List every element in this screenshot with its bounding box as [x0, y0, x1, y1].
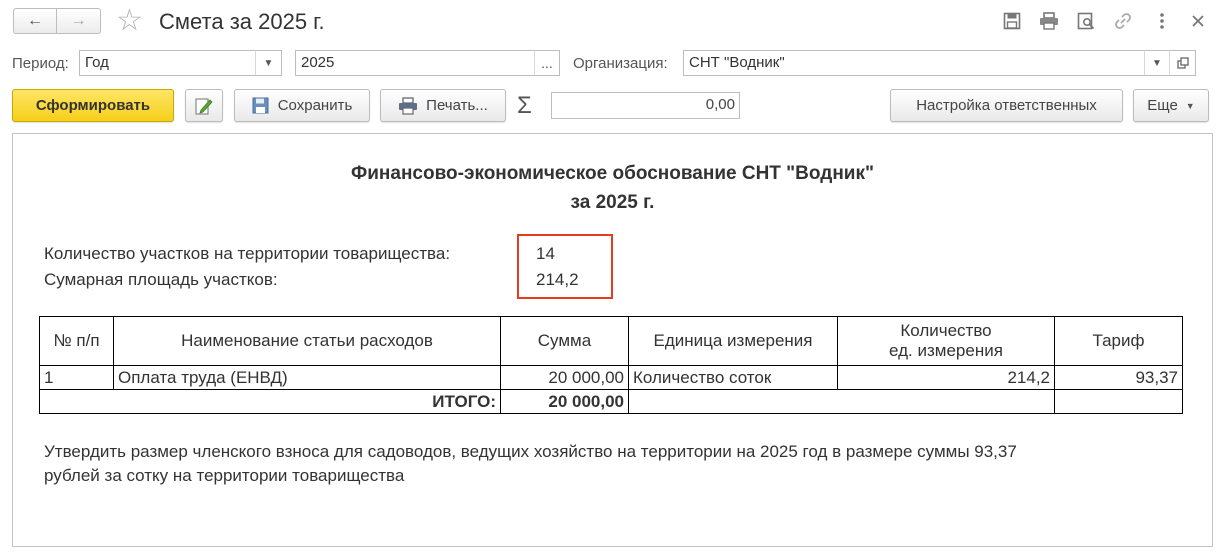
cell-number: 1 — [39, 365, 114, 390]
col-number: № п/п — [39, 316, 114, 366]
cell-tariff: 93,37 — [1054, 365, 1183, 390]
period-label: Период: — [12, 55, 69, 72]
cell-sum: 20 000,00 — [500, 365, 629, 390]
total-label: ИТОГО: — [39, 389, 501, 414]
report-title-line2: за 2025 г. — [570, 192, 655, 213]
arrow-left-icon: ← — [27, 12, 43, 29]
organization-dropdown[interactable]: ▼ — [1144, 50, 1170, 76]
col-quantity: Количество ед. измерения — [837, 316, 1055, 366]
cell-quantity: 214,2 — [837, 365, 1055, 390]
total-empty-tariff — [1054, 389, 1183, 414]
conclusion-line1: Утвердить размер членского взноса для са… — [44, 442, 1017, 461]
highlight-box — [517, 234, 613, 299]
period-type-dropdown[interactable]: ▼ — [255, 50, 282, 76]
chevron-down-icon: ▼ — [1152, 57, 1162, 69]
link-icon[interactable] — [1112, 10, 1134, 32]
organization-field[interactable]: СНТ "Водник" — [683, 50, 1145, 76]
sum-icon: Σ — [517, 92, 532, 119]
favorite-star-icon[interactable]: ☆ — [116, 4, 143, 38]
organization-open-button[interactable] — [1169, 50, 1196, 76]
floppy-icon — [252, 97, 269, 114]
col-unit: Единица измерения — [628, 316, 838, 366]
sum-field[interactable]: 0,00 — [551, 92, 740, 119]
table-row[interactable]: 1 Оплата труда (ЕНВД) 20 000,00 Количест… — [39, 365, 1183, 390]
printer-icon — [399, 96, 418, 115]
save-report-label: Сохранить — [277, 97, 353, 114]
cell-unit: Количество соток — [628, 365, 838, 390]
col-tariff: Тариф — [1054, 316, 1183, 366]
save-report-button[interactable]: Сохранить — [234, 89, 370, 122]
save-icon[interactable] — [1001, 10, 1023, 32]
responsible-settings-button[interactable]: Настройка ответственных — [890, 89, 1123, 122]
total-row: ИТОГО: 20 000,00 — [39, 389, 1183, 414]
col-quantity-line2: ед. измерения — [889, 341, 1003, 360]
more-button[interactable]: Еще ▼ — [1133, 89, 1209, 122]
chevron-down-icon: ▼ — [1185, 100, 1195, 111]
arrow-right-icon: → — [70, 12, 87, 29]
print-icon[interactable] — [1038, 10, 1060, 32]
generate-button[interactable]: Сформировать — [12, 89, 174, 122]
report-document[interactable]: Финансово-экономическое обоснование СНТ … — [12, 133, 1213, 547]
period-select-button[interactable]: ... — [534, 50, 560, 76]
chevron-down-icon: ▼ — [263, 57, 274, 69]
open-window-icon — [1176, 57, 1189, 69]
organization-label: Организация: — [573, 55, 668, 72]
period-value-field[interactable]: 2025 — [295, 50, 535, 76]
col-quantity-line1: Количество — [900, 321, 992, 340]
preview-icon[interactable] — [1075, 10, 1097, 32]
table-header: № п/п Наименование статьи расходов Сумма… — [39, 316, 1183, 366]
more-label: Еще — [1147, 97, 1178, 114]
more-vert-icon[interactable] — [1151, 10, 1173, 32]
total-area-label: Сумарная площадь участков: — [44, 270, 278, 289]
total-empty — [628, 389, 1055, 414]
col-sum: Сумма — [500, 316, 629, 366]
print-button[interactable]: Печать... — [380, 89, 506, 122]
back-button[interactable]: ← — [13, 8, 57, 34]
col-name: Наименование статьи расходов — [113, 316, 501, 366]
edit-button[interactable] — [185, 89, 223, 122]
report-title-line1: Финансово-экономическое обоснование СНТ … — [351, 163, 874, 184]
period-type-select[interactable]: Год — [79, 50, 256, 76]
total-sum: 20 000,00 — [500, 389, 629, 414]
forward-button[interactable]: → — [57, 8, 101, 34]
close-icon[interactable] — [1187, 10, 1209, 32]
conclusion-line2: рублей за сотку на территории товарищест… — [44, 466, 405, 485]
window-title: Смета за 2025 г. — [159, 9, 325, 34]
expense-table: № п/п Наименование статьи расходов Сумма… — [39, 316, 1183, 414]
edit-icon — [195, 97, 213, 115]
print-label: Печать... — [426, 97, 488, 114]
plots-count-label: Количество участков на территории товари… — [44, 244, 451, 263]
cell-name: Оплата труда (ЕНВД) — [113, 365, 501, 390]
